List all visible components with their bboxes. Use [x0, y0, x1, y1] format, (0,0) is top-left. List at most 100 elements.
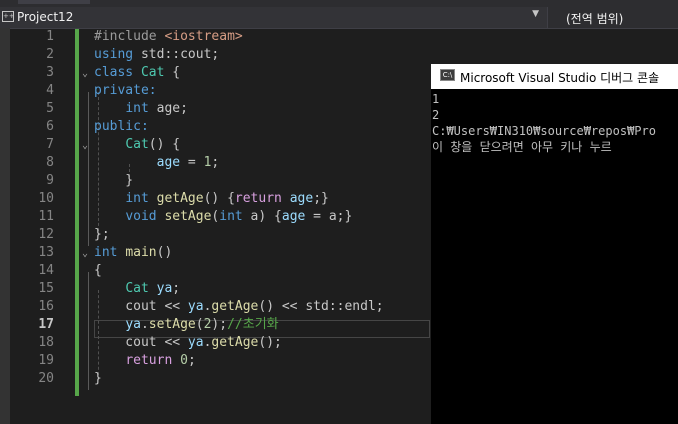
code-line[interactable]: } [94, 172, 133, 190]
code-token: = [180, 155, 204, 170]
code-token: void [125, 209, 157, 224]
code-line[interactable]: int getAge() {return age;} [94, 190, 329, 208]
code-token: getAge [211, 299, 259, 314]
change-tracking-bar [75, 29, 79, 396]
code-token: setAge [148, 317, 196, 332]
code-token: cout << [94, 299, 188, 314]
line-number: 8 [46, 155, 54, 170]
code-token: Cat [125, 137, 149, 152]
code-line[interactable]: class Cat { [94, 64, 180, 82]
console-output-line: 1 [432, 92, 440, 106]
code-token: ya [125, 317, 141, 332]
code-line[interactable]: using std::cout; [94, 46, 219, 64]
line-number: 2 [46, 47, 54, 62]
code-token: ya [187, 335, 204, 350]
line-number: 16 [38, 299, 54, 314]
line-number: 19 [38, 353, 54, 368]
code-line[interactable]: ya.setAge(2);//초기화 [94, 316, 279, 334]
code-token: std::cout; [133, 47, 220, 62]
code-token: 0 [180, 353, 188, 368]
fold-outline [88, 272, 89, 390]
code-line[interactable]: #include <iostream> [94, 28, 243, 46]
document-tab-strip [0, 0, 678, 7]
code-token: getAge [156, 191, 204, 206]
code-token: int [94, 245, 118, 260]
code-token: public: [94, 119, 149, 134]
console-title: Microsoft Visual Studio 디버그 콘솔 [460, 71, 660, 85]
code-token: setAge [164, 209, 212, 224]
code-line[interactable]: cout << ya.getAge(); [94, 334, 282, 352]
chevron-down-icon[interactable]: ⌄ [82, 65, 88, 83]
line-number: 4 [46, 83, 54, 98]
code-token: } [94, 371, 102, 386]
code-line[interactable]: Cat() { [94, 136, 180, 154]
cpp-project-icon: ++ [2, 11, 15, 22]
document-tab[interactable] [18, 0, 90, 4]
code-token: } [94, 173, 134, 188]
console-output-line: 이 창을 닫으려면 아무 키나 누르 [432, 140, 612, 154]
project-name: Project12 [17, 10, 74, 24]
console-title-bar[interactable]: C:\ Microsoft Visual Studio 디버그 콘솔 [431, 64, 678, 89]
code-token: . [140, 317, 149, 332]
code-line[interactable]: int main() [94, 244, 172, 262]
line-number: 10 [38, 191, 54, 206]
code-token: ; [211, 155, 220, 170]
code-token: int [219, 209, 243, 224]
fold-outline [88, 92, 89, 246]
code-token: ; [187, 353, 196, 368]
code-line[interactable]: Cat ya; [94, 280, 180, 298]
code-token: ; [172, 281, 181, 296]
code-token: { [94, 263, 102, 278]
chevron-down-icon[interactable]: ▼ [532, 9, 539, 19]
line-number: 17 [38, 317, 54, 332]
code-line[interactable]: private: [94, 82, 157, 100]
code-token: return [234, 191, 282, 206]
code-token: ;} [313, 191, 329, 206]
code-token: int [125, 191, 149, 206]
code-line[interactable]: { [94, 262, 102, 280]
console-app-icon: C:\ [440, 69, 455, 81]
code-token: //초기화 [227, 317, 279, 332]
code-token: class [94, 65, 134, 80]
chevron-down-icon[interactable]: ⌄ [82, 245, 88, 263]
code-token: { [164, 65, 181, 80]
console-output-line: 2 [432, 108, 440, 122]
code-token: ); [211, 317, 228, 332]
project-dropdown[interactable]: ++ Project12 ▼ [0, 7, 548, 28]
line-number: 1 [46, 29, 54, 44]
code-token: cout << [94, 335, 188, 350]
code-line[interactable]: }; [94, 226, 110, 244]
debug-console-window[interactable]: C:\ Microsoft Visual Studio 디버그 콘솔 1 2 C… [431, 64, 678, 424]
code-line[interactable]: void setAge(int a) {age = a;} [94, 208, 352, 226]
chevron-down-icon[interactable]: ⌄ [82, 137, 88, 155]
code-token: age [156, 155, 181, 170]
code-line[interactable]: return 0; [94, 352, 196, 370]
code-line[interactable]: int age; [94, 100, 188, 118]
scope-dropdown[interactable]: (전역 범위) [566, 10, 623, 27]
indicator-margin [0, 28, 10, 424]
code-token: () << std::endl; [258, 299, 384, 314]
line-number: 13 [38, 245, 54, 260]
code-line[interactable]: cout << ya.getAge() << std::endl; [94, 298, 384, 316]
code-token: age [289, 191, 314, 206]
code-token: return [125, 353, 173, 368]
code-line[interactable]: public: [94, 118, 149, 136]
line-number: 20 [38, 371, 54, 386]
navigation-bar: ++ Project12 ▼ (전역 범위) [0, 7, 678, 29]
code-token: age; [148, 101, 188, 116]
code-token: () [156, 245, 173, 260]
code-line[interactable]: } [94, 370, 102, 388]
line-number: 15 [38, 281, 54, 296]
code-token: ( [195, 317, 204, 332]
code-token: int [125, 101, 149, 116]
line-number: 5 [46, 101, 54, 116]
code-line[interactable]: age = 1; [94, 154, 220, 172]
